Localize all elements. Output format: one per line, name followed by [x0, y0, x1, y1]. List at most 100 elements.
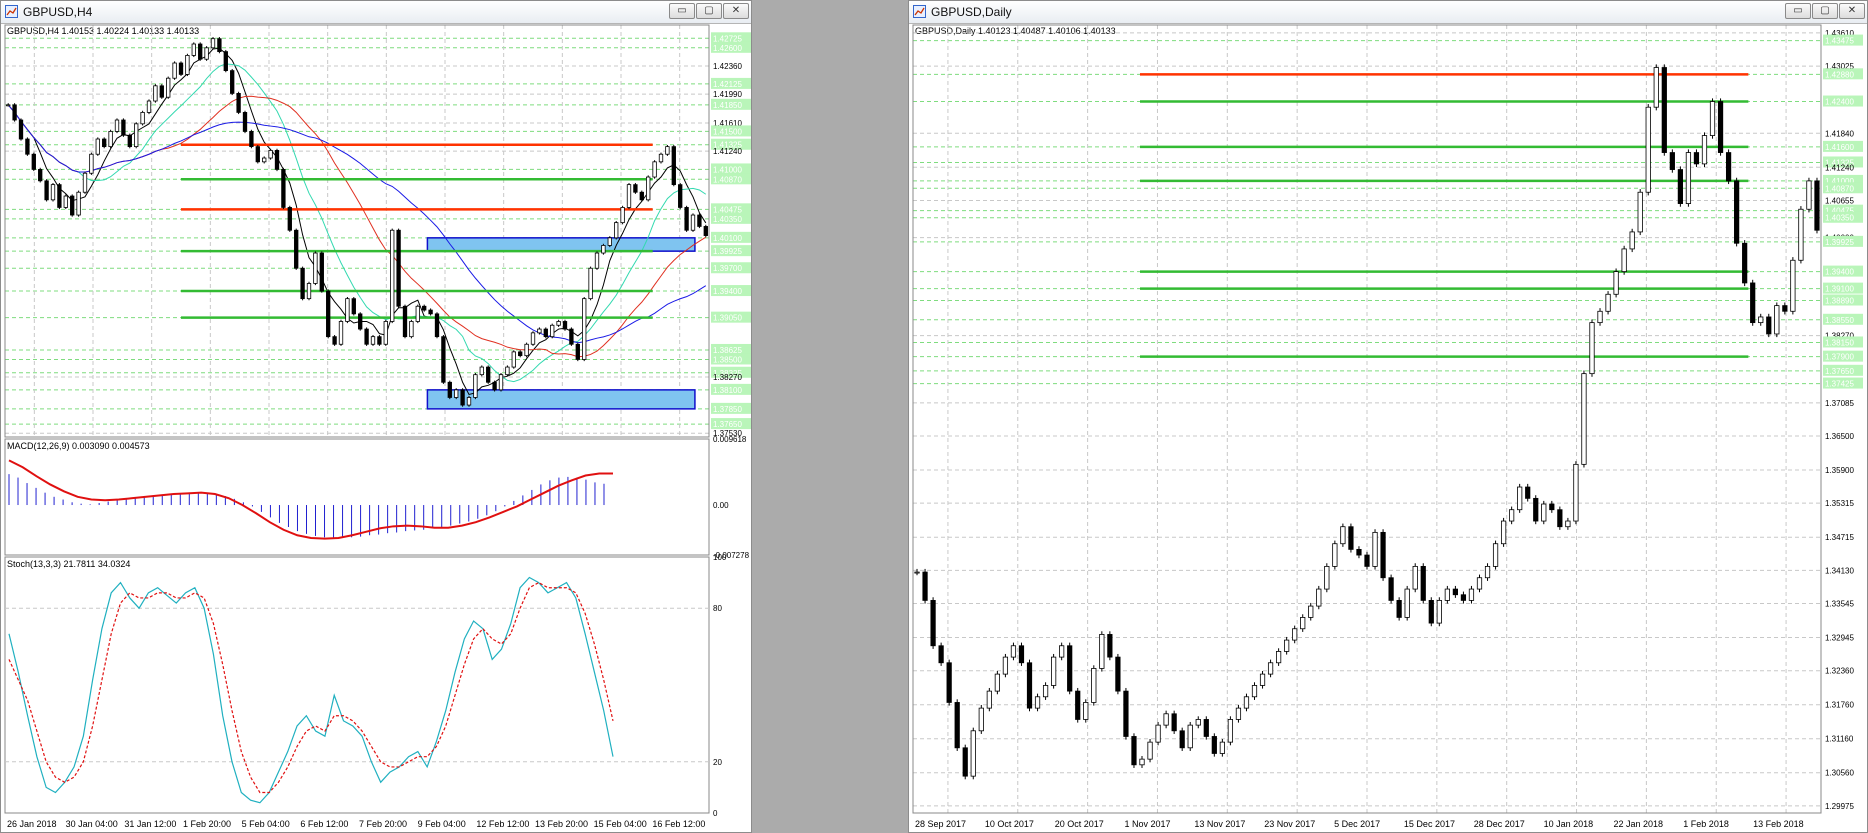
price-tick-label: 1.41500	[713, 127, 742, 136]
close-button[interactable]: ✕	[1839, 3, 1865, 19]
candle-body	[678, 184, 683, 208]
x-axis-label: 10 Jan 2018	[1544, 819, 1594, 829]
candle-body	[1083, 702, 1089, 720]
candle-body	[986, 690, 992, 709]
candle-body	[938, 645, 944, 664]
candle-body	[82, 172, 88, 193]
candle-body	[1565, 520, 1571, 528]
maximize-button[interactable]: ▢	[696, 3, 722, 19]
candle-body	[954, 702, 960, 749]
candle-body	[1348, 526, 1354, 550]
candle-body	[108, 131, 113, 148]
price-tick-label: 1.38150	[1825, 338, 1854, 347]
candle-body	[153, 85, 158, 102]
candle-body	[434, 313, 440, 338]
price-tick-label: 1.36500	[1825, 432, 1854, 441]
price-tick-label: 1.37650	[713, 420, 742, 429]
x-axis-label: 31 Jan 12:00	[124, 819, 176, 829]
h4-chart-area[interactable]: GBPUSD,H4 1.40153 1.40224 1.40133 1.4013…	[1, 23, 751, 832]
candle-body	[601, 245, 606, 254]
candle-body	[210, 38, 216, 49]
candle-body	[922, 571, 928, 601]
candle-body	[1685, 152, 1692, 204]
candle-body	[665, 146, 670, 155]
candle-body	[1324, 565, 1330, 590]
price-tick-label: 1.39400	[713, 287, 742, 296]
daily-window-title: GBPUSD,Daily	[931, 5, 1012, 19]
close-button[interactable]: ✕	[723, 3, 749, 19]
stoch-main-line	[8, 576, 614, 804]
macd-tick-label: 0.009618	[713, 435, 747, 444]
candle-body	[1452, 588, 1458, 596]
candle-body	[562, 321, 568, 330]
daily-chart-window[interactable]: GBPUSD,Daily ▭ ▢ ✕ GBPUSD,Daily 1.40123 …	[908, 0, 1868, 833]
x-axis-label: 7 Feb 20:00	[359, 819, 407, 829]
x-axis-label: 26 Jan 2018	[7, 819, 57, 829]
price-tick-label: 1.37650	[1825, 367, 1854, 376]
candle-body	[1669, 152, 1675, 170]
candle-body	[626, 184, 632, 208]
candle-body	[294, 229, 299, 269]
price-tick-label: 1.42125	[713, 80, 742, 89]
candle-body	[1002, 656, 1009, 675]
h4-chart-window[interactable]: GBPUSD,H4 ▭ ▢ ✕ GBPUSD,H4 1.40153 1.4022…	[0, 0, 752, 833]
candle-body	[454, 389, 459, 398]
x-axis-label: 23 Nov 2017	[1264, 819, 1315, 829]
candle-body	[1798, 208, 1804, 261]
x-axis-label: 1 Feb 2018	[1683, 819, 1729, 829]
candle-body	[255, 146, 260, 163]
candle-body	[63, 195, 68, 208]
price-tick-label: 1.42360	[713, 62, 742, 71]
candle-body	[658, 153, 664, 163]
daily-chart-area[interactable]: GBPUSD,Daily 1.40123 1.40487 1.40106 1.4…	[909, 23, 1867, 832]
x-axis-label: 30 Jan 04:00	[66, 819, 118, 829]
chart-window-icon	[913, 5, 926, 18]
candle-body	[1179, 730, 1185, 749]
candle-body	[1492, 543, 1499, 567]
price-tick-label: 1.41600	[1825, 143, 1854, 152]
price-tick-label: 1.42600	[713, 44, 742, 53]
macd-label: MACD(12,26,9) 0.003090 0.004573	[7, 441, 150, 451]
candle-body	[50, 184, 56, 201]
candle-body	[95, 138, 100, 155]
blue-zone	[426, 237, 696, 252]
candle-body	[1742, 242, 1748, 284]
candle-body	[1187, 724, 1193, 749]
x-axis-label: 16 Feb 12:00	[652, 819, 705, 829]
candle-body	[582, 298, 587, 360]
price-tick-label: 1.42400	[1825, 98, 1854, 107]
candle-body	[511, 351, 516, 368]
candle-body	[306, 283, 312, 300]
price-tick-label: 1.39400	[1825, 268, 1854, 277]
x-axis-label: 5 Dec 2017	[1334, 819, 1380, 829]
candle-body	[684, 207, 689, 231]
x-axis-label: 22 Jan 2018	[1613, 819, 1663, 829]
candle-body	[230, 70, 235, 94]
macd-pane-border	[4, 438, 710, 556]
candle-body	[204, 47, 209, 60]
price-tick-label: 1.43475	[1825, 37, 1854, 46]
candle-body	[1163, 713, 1169, 726]
minimize-button[interactable]: ▭	[1785, 3, 1811, 19]
candle-body	[1541, 503, 1547, 522]
candle-body	[402, 305, 408, 338]
candle-body	[1589, 322, 1595, 375]
candle-body	[25, 138, 30, 155]
symbol-header: GBPUSD,H4 1.40153 1.40224 1.40133 1.4013…	[7, 26, 199, 36]
x-axis-label: 12 Feb 12:00	[476, 819, 529, 829]
candle-body	[383, 321, 388, 345]
maximize-button[interactable]: ▢	[1812, 3, 1838, 19]
daily-window-titlebar[interactable]: GBPUSD,Daily ▭ ▢ ✕	[909, 1, 1867, 24]
x-axis-label: 10 Oct 2017	[985, 819, 1034, 829]
candle-body	[970, 730, 976, 777]
candle-body	[166, 77, 171, 98]
candle-body	[351, 298, 356, 315]
candle-body	[1404, 588, 1410, 618]
h4-window-titlebar[interactable]: GBPUSD,H4 ▭ ▢ ✕	[1, 1, 751, 24]
candle-body	[1107, 634, 1113, 658]
candle-body	[1533, 497, 1539, 522]
candle-body	[1774, 305, 1780, 335]
minimize-button[interactable]: ▭	[669, 3, 695, 19]
candle-body	[223, 51, 228, 72]
candle-body	[1018, 645, 1025, 664]
